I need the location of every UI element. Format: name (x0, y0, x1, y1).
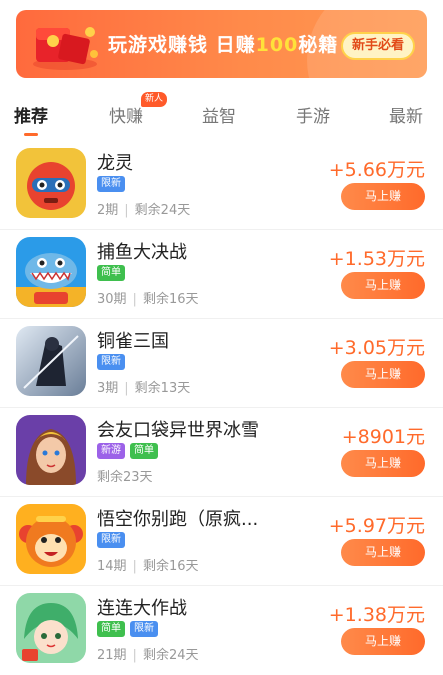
earn-now-button[interactable]: 马上赚 (341, 628, 425, 655)
earn-now-button[interactable]: 马上赚 (341, 539, 425, 566)
game-meta: 2期 | 剩余24天 (97, 203, 191, 218)
newbie-guide-button[interactable]: 新手必看 (340, 32, 415, 60)
earn-now-button[interactable]: 马上赚 (341, 450, 425, 477)
swordsman-game-icon (16, 326, 86, 396)
tag-easy: 简单 (97, 621, 125, 637)
earn-now-button[interactable]: 马上赚 (341, 272, 425, 299)
game-meta: 剩余23天 (97, 470, 153, 485)
list-item[interactable]: 会友口袋异世界冰雪 新游 简单 剩余23天 +8901元 马上赚 (0, 408, 443, 497)
girl-game-icon (16, 593, 86, 663)
game-meta: 30期 | 剩余16天 (97, 292, 199, 307)
tag-easy: 简单 (130, 443, 158, 459)
game-meta: 14期 | 剩余16天 (97, 559, 199, 574)
tag-limited-new: 限新 (97, 354, 125, 370)
list-item[interactable]: 连连大作战 简单 限新 21期 | 剩余24天 +1.38万元 马上赚 (0, 586, 443, 675)
reward-amount: +1.53万元 (328, 248, 425, 270)
tag-new-game: 新游 (97, 443, 125, 459)
tag-group: 限新 (97, 532, 125, 548)
game-title: 铜雀三国 (97, 331, 169, 352)
game-title: 捕鱼大决战 (97, 242, 187, 263)
game-meta: 3期 | 剩余13天 (97, 381, 191, 396)
reward-amount: +8901元 (341, 426, 425, 448)
active-tab-indicator (24, 133, 38, 136)
tag-limited-new: 限新 (97, 532, 125, 548)
tag-group: 简单 限新 (97, 621, 158, 637)
red-envelope-icon (33, 27, 98, 70)
banner-title: 玩游戏赚钱 日赚100秘籍 (108, 34, 339, 56)
tag-group: 限新 (97, 354, 125, 370)
monkey-game-icon (16, 504, 86, 574)
reward-amount: +3.05万元 (328, 337, 425, 359)
game-title: 龙灵 (97, 153, 133, 174)
tag-group: 新游 简单 (97, 443, 158, 459)
game-title: 悟空你别跑（原疯... (97, 509, 259, 530)
tab-puzzle[interactable]: 益智 (202, 102, 236, 127)
tag-group: 限新 (97, 176, 125, 192)
list-item[interactable]: 捕鱼大决战 简单 30期 | 剩余16天 +1.53万元 马上赚 (0, 230, 443, 319)
game-meta: 21期 | 剩余24天 (97, 648, 199, 663)
tag-limited-new: 限新 (130, 621, 158, 637)
category-tabs: 推荐 快赚 新人 益智 手游 最新 (0, 92, 443, 136)
tag-limited-new: 限新 (97, 176, 125, 192)
reward-amount: +5.66万元 (328, 159, 425, 181)
reward-amount: +1.38万元 (328, 604, 425, 626)
tab-mobile-games[interactable]: 手游 (296, 102, 330, 127)
reward-amount: +5.97万元 (328, 515, 425, 537)
tab-newest[interactable]: 最新 (389, 102, 423, 127)
game-title: 会友口袋异世界冰雪 (97, 420, 259, 441)
list-item[interactable]: 铜雀三国 限新 3期 | 剩余13天 +3.05万元 马上赚 (0, 319, 443, 408)
tag-group: 简单 (97, 265, 125, 281)
game-list: 龙灵 限新 2期 | 剩余24天 +5.66万元 马上赚 捕鱼大决战 简单 30期 |… (0, 141, 443, 675)
tag-easy: 简单 (97, 265, 125, 281)
new-user-badge: 新人 (141, 92, 168, 107)
earn-now-button[interactable]: 马上赚 (341, 183, 425, 210)
game-title: 连连大作战 (97, 598, 187, 619)
earn-now-button[interactable]: 马上赚 (341, 361, 425, 388)
list-item[interactable]: 龙灵 限新 2期 | 剩余24天 +5.66万元 马上赚 (0, 141, 443, 230)
promo-banner[interactable]: 玩游戏赚钱 日赚100秘籍 新手必看 (16, 10, 427, 78)
tab-quick-earn[interactable]: 快赚 新人 (109, 92, 168, 127)
shark-fishing-game-icon (16, 237, 86, 307)
heroine-game-icon (16, 415, 86, 485)
robot-game-icon (16, 148, 86, 218)
tab-recommend[interactable]: 推荐 (14, 102, 48, 136)
list-item[interactable]: 悟空你别跑（原疯... 限新 14期 | 剩余16天 +5.97万元 马上赚 (0, 497, 443, 586)
